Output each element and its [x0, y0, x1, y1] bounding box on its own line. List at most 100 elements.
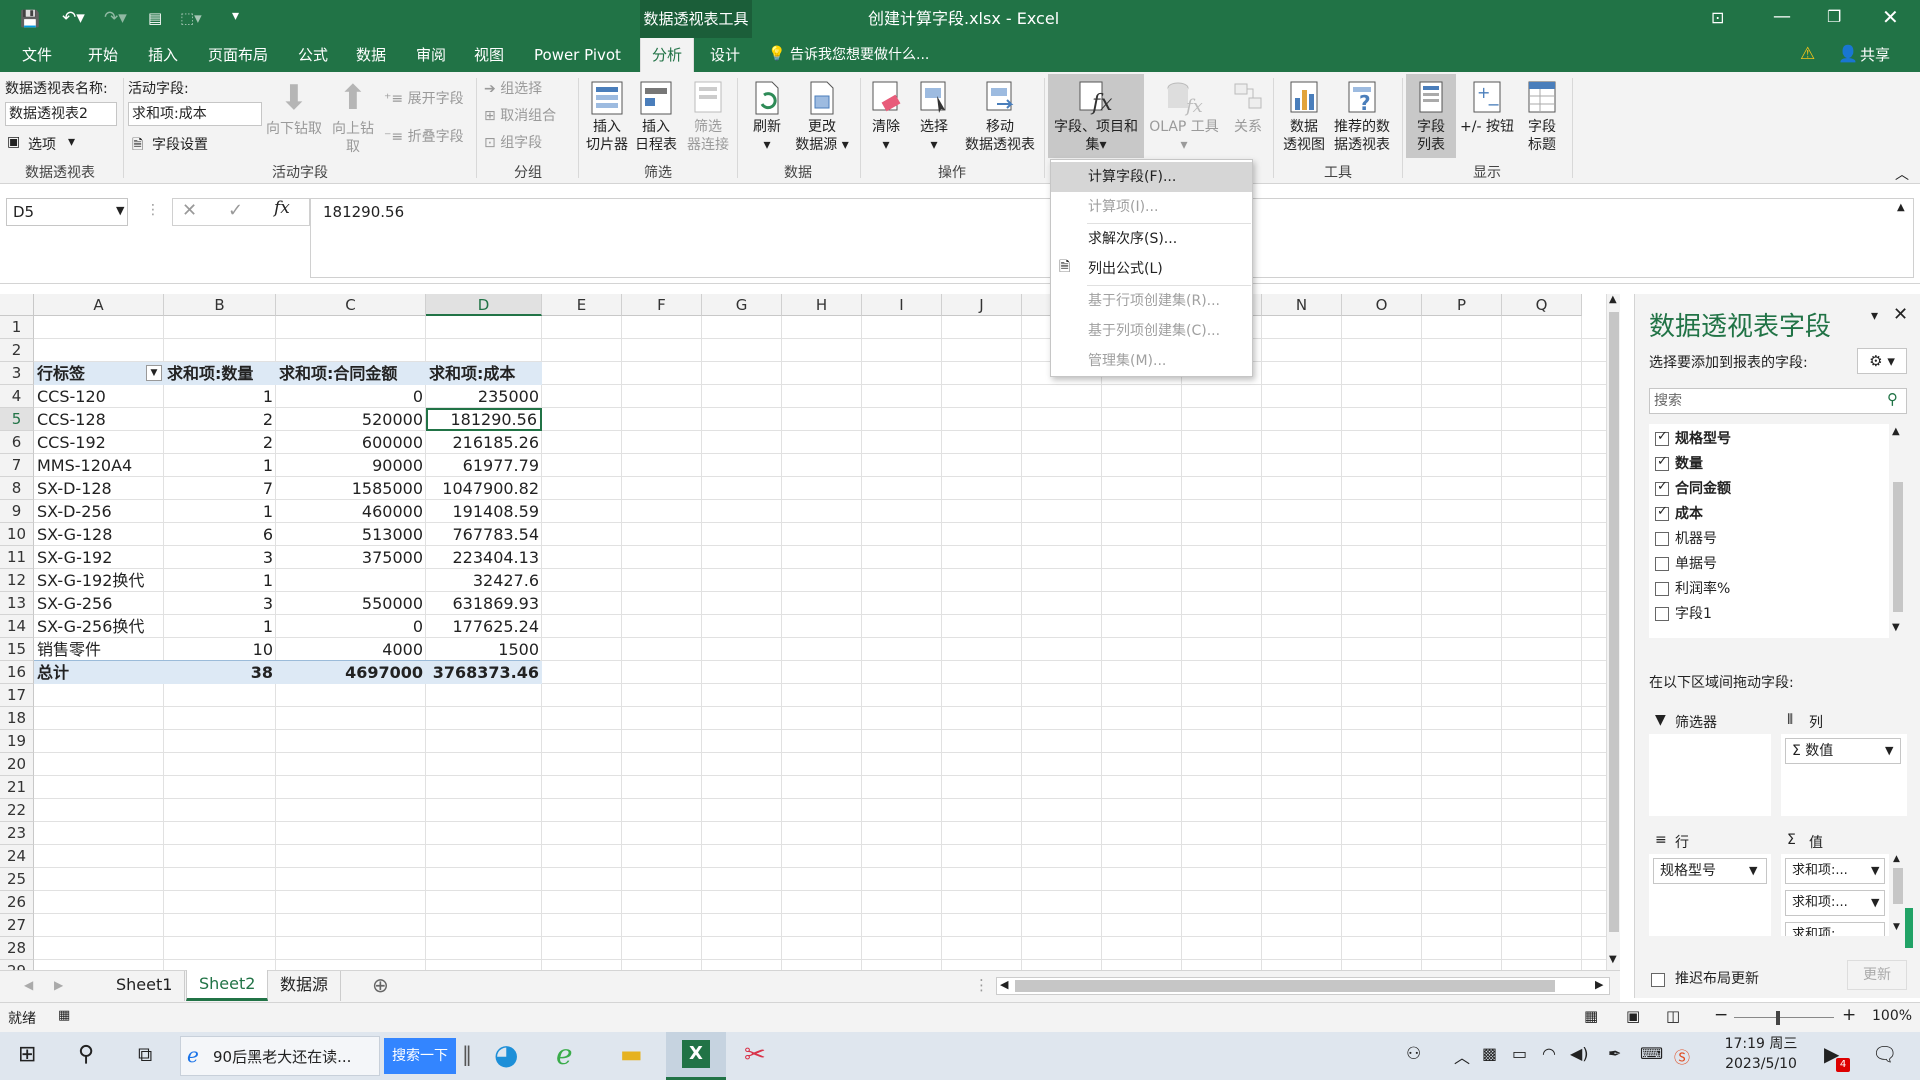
column-header-p[interactable]: P: [1422, 294, 1502, 316]
field-checkbox[interactable]: [1655, 479, 1669, 496]
pivot-value-cell[interactable]: 1047900.82: [426, 477, 542, 500]
scrollbar-thumb[interactable]: [1609, 312, 1619, 932]
grand-total-label[interactable]: 总计: [34, 661, 164, 684]
row-header-2[interactable]: 2: [0, 339, 34, 362]
field-checkbox[interactable]: [1655, 557, 1669, 571]
clear-button[interactable]: 清除 ▾: [864, 78, 908, 154]
pivot-value-cell[interactable]: 0: [276, 385, 426, 408]
format-icon[interactable]: ⬚▾: [180, 9, 202, 27]
tab-view[interactable]: 视图: [468, 38, 510, 72]
pivot-value-cell[interactable]: 90000: [276, 454, 426, 477]
column-header-j[interactable]: J: [942, 294, 1022, 316]
excel-task-item[interactable]: X: [666, 1032, 726, 1080]
pivot-value-cell[interactable]: 4000: [276, 638, 426, 661]
column-header-g[interactable]: G: [702, 294, 782, 316]
column-header-n[interactable]: N: [1262, 294, 1342, 316]
row-header-11[interactable]: 11: [0, 546, 34, 569]
pivot-value-cell[interactable]: 181290.56: [426, 408, 542, 431]
pivot-value-cell[interactable]: 1: [164, 454, 276, 477]
windows-start-icon[interactable]: ⊞: [18, 1042, 36, 1067]
field-search-input[interactable]: 搜索: [1649, 388, 1907, 414]
name-box[interactable]: D5: [6, 198, 128, 226]
file-explorer-icon[interactable]: ▬: [620, 1040, 643, 1068]
pivot-value-cell[interactable]: 7: [164, 477, 276, 500]
volume-icon[interactable]: ◀): [1570, 1044, 1589, 1063]
field-headers-button[interactable]: 字段 标题: [1518, 78, 1566, 154]
row-header-14[interactable]: 14: [0, 615, 34, 638]
olap-tools-button[interactable]: fx OLAP 工具 ▾: [1144, 78, 1224, 154]
menu-calculated-field[interactable]: 计算字段(F)...: [1051, 162, 1252, 192]
insert-slicer-button[interactable]: 插入 切片器: [582, 78, 632, 154]
add-sheet-icon[interactable]: ⊕: [372, 973, 389, 997]
filter-connections-button[interactable]: 筛选 器连接: [682, 78, 734, 154]
row-header-3[interactable]: 3: [0, 362, 34, 385]
row-header-16[interactable]: 16: [0, 661, 34, 684]
pivot-value-cell[interactable]: 3: [164, 592, 276, 615]
rows-drop-area[interactable]: 规格型号 ▼: [1649, 854, 1771, 936]
browser-task-item[interactable]: ℯ 90后黑老大还在读...: [180, 1036, 380, 1076]
close-panel-icon[interactable]: ✕: [1893, 304, 1908, 325]
move-pivot-button[interactable]: 移动 数据透视表: [958, 78, 1042, 154]
row-header-28[interactable]: 28: [0, 937, 34, 960]
tab-review[interactable]: 审阅: [410, 38, 452, 72]
defer-update-checkbox[interactable]: [1651, 972, 1665, 987]
expand-formula-icon[interactable]: ▲: [1897, 202, 1905, 213]
chevron-down-icon[interactable]: ▾: [68, 134, 75, 150]
customize-qat-icon[interactable]: ▾: [232, 8, 239, 24]
browser-360-icon[interactable]: ℯ: [556, 1038, 573, 1071]
field-item[interactable]: 机器号: [1655, 528, 1717, 550]
row-header-24[interactable]: 24: [0, 845, 34, 868]
pivot-value-cell[interactable]: 2: [164, 408, 276, 431]
row-header-19[interactable]: 19: [0, 730, 34, 753]
panel-options-icon[interactable]: ▾: [1871, 308, 1878, 324]
zoom-slider[interactable]: [1734, 1017, 1834, 1018]
pivot-value-cell[interactable]: 460000: [276, 500, 426, 523]
row-header-5[interactable]: 5: [0, 408, 34, 431]
tab-page-layout[interactable]: 页面布局: [202, 38, 274, 72]
field-item[interactable]: 数量: [1655, 453, 1703, 475]
pivot-row-label[interactable]: CCS-120: [34, 385, 164, 408]
drill-up-button[interactable]: ⬆ 向上钻取: [324, 78, 382, 156]
ime-icon[interactable]: ⌨: [1640, 1044, 1663, 1063]
pivot-row-label[interactable]: CCS-128: [34, 408, 164, 431]
row-header-8[interactable]: 8: [0, 477, 34, 500]
tab-formulas[interactable]: 公式: [292, 38, 334, 72]
pivot-value-cell[interactable]: 550000: [276, 592, 426, 615]
next-sheet-icon[interactable]: ▶: [54, 978, 63, 992]
row-header-25[interactable]: 25: [0, 868, 34, 891]
tray-app-icon[interactable]: ▩: [1482, 1044, 1497, 1063]
field-checkbox[interactable]: [1655, 607, 1669, 621]
columns-drop-area[interactable]: Σ 数值 ▼: [1781, 734, 1907, 816]
field-item[interactable]: 字段1: [1655, 603, 1712, 625]
normal-view-icon[interactable]: ▦: [1584, 1007, 1598, 1025]
gear-icon[interactable]: ⚙ ▾: [1857, 348, 1907, 374]
pivot-value-cell[interactable]: 191408.59: [426, 500, 542, 523]
tell-me-box[interactable]: 告诉我您想要做什么...: [790, 38, 929, 72]
field-checkbox[interactable]: [1655, 582, 1669, 596]
page-layout-view-icon[interactable]: ▣: [1626, 1007, 1640, 1025]
columns-field-values[interactable]: Σ 数值: [1785, 738, 1901, 764]
action-center-icon[interactable]: 🗨: [1872, 1042, 1897, 1066]
grand-total-value[interactable]: 3768373.46: [426, 661, 542, 684]
menu-manage-sets[interactable]: 管理集(M)...: [1051, 346, 1252, 376]
pivot-value-cell[interactable]: 235000: [426, 385, 542, 408]
horizontal-scrollbar[interactable]: ◀ ▶: [996, 977, 1610, 995]
edge-icon[interactable]: ◕: [494, 1038, 518, 1071]
tab-analyze[interactable]: 分析: [640, 38, 694, 72]
tab-data[interactable]: 数据: [350, 38, 392, 72]
close-icon[interactable]: ✕: [1882, 5, 1899, 29]
pivot-value-cell[interactable]: 520000: [276, 408, 426, 431]
pivot-value-cell[interactable]: 1: [164, 385, 276, 408]
grand-total-value[interactable]: 38: [164, 661, 276, 684]
zoom-level[interactable]: 100%: [1872, 1008, 1912, 1024]
row-header-1[interactable]: 1: [0, 316, 34, 339]
pivot-value-cell[interactable]: 2: [164, 431, 276, 454]
field-checkbox[interactable]: [1655, 454, 1669, 471]
column-header-a[interactable]: A: [34, 294, 164, 316]
pivot-row-label[interactable]: SX-D-128: [34, 477, 164, 500]
pivot-value-cell[interactable]: [276, 569, 426, 592]
group-selection-button[interactable]: ➔ 组选择: [484, 78, 542, 98]
column-header-e[interactable]: E: [542, 294, 622, 316]
menu-list-formulas[interactable]: 列出公式(L): [1051, 254, 1252, 284]
pivot-value-cell[interactable]: 61977.79: [426, 454, 542, 477]
